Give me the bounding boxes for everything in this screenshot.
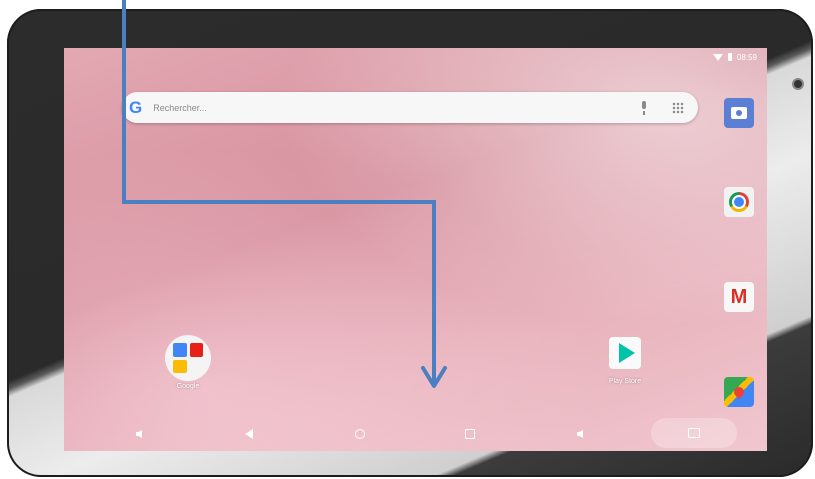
chrome-app-icon[interactable] xyxy=(724,187,754,217)
wifi-icon xyxy=(712,53,723,61)
home-icon[interactable] xyxy=(351,425,369,443)
status-time: 08:59 xyxy=(736,52,757,62)
google-logo-icon: G xyxy=(129,97,143,117)
status-bar: 08:59 xyxy=(712,50,757,64)
play-store-icon xyxy=(619,343,635,363)
navigation-bar xyxy=(64,416,767,451)
app-grid-icon[interactable] xyxy=(672,101,684,114)
recents-icon[interactable] xyxy=(461,425,479,443)
playstore-app-icon[interactable] xyxy=(609,337,641,369)
google-mini-icon xyxy=(173,343,187,357)
search-placeholder[interactable]: Rechercher... xyxy=(153,103,637,113)
mic-icon[interactable] xyxy=(637,100,651,116)
youtube-mini-icon xyxy=(189,343,203,357)
maps-app-icon[interactable] xyxy=(724,377,754,407)
back-icon[interactable] xyxy=(240,425,258,443)
home-screen[interactable]: 08:59 G Rechercher... M Google Play Stor… xyxy=(64,48,767,451)
volume-up-icon[interactable] xyxy=(571,425,589,443)
maps-pin-icon xyxy=(731,384,747,400)
google-folder-label: Google xyxy=(176,383,200,390)
camera-app-icon[interactable] xyxy=(724,98,754,128)
battery-icon xyxy=(727,53,732,61)
drive-mini-icon xyxy=(173,359,187,373)
chrome-icon xyxy=(729,192,749,212)
playstore-label: Play Store xyxy=(608,378,642,385)
screenshot-icon xyxy=(688,428,700,438)
screenshot-button[interactable] xyxy=(651,418,737,448)
gmail-icon: M xyxy=(730,286,748,308)
google-folder-icon[interactable] xyxy=(165,335,211,381)
google-search-bar[interactable]: G Rechercher... xyxy=(122,92,698,123)
camera-icon xyxy=(731,107,747,119)
volume-down-icon[interactable] xyxy=(130,425,148,443)
front-camera xyxy=(794,80,802,88)
gmail-app-icon[interactable]: M xyxy=(724,282,754,312)
